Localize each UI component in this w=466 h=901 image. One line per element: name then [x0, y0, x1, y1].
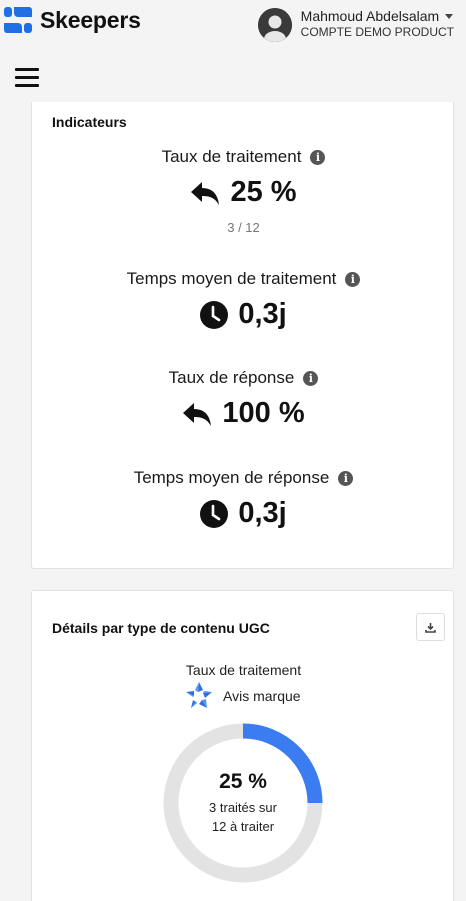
- donut-center: 25 % 3 traités sur 12 à traiter: [163, 723, 323, 883]
- avatar: [257, 8, 292, 42]
- info-icon[interactable]: i: [303, 370, 319, 386]
- donut-to-process: 12 à traiter: [211, 819, 275, 834]
- metric-ratio: 3 / 12: [227, 220, 260, 235]
- top-bar: Skeepers Mahmoud Abdelsalam COMPTE DEMO …: [0, 0, 466, 52]
- user-account: COMPTE DEMO PRODUCT: [300, 25, 454, 39]
- metric-response-rate: Taux de réponse i 100 %: [32, 368, 455, 430]
- user-name[interactable]: Mahmoud Abdelsalam: [301, 8, 454, 24]
- metric-value: 100 %: [222, 397, 305, 429]
- ugc-metric-label: Taux de traitement: [185, 662, 302, 678]
- ugc-title: Détails par type de contenu UGC: [52, 620, 270, 636]
- metric-label: Taux de réponse: [168, 368, 295, 387]
- metric-value: 0,3j: [238, 298, 287, 330]
- ugc-type: Avis marque: [184, 681, 301, 711]
- info-icon[interactable]: i: [345, 271, 361, 287]
- metric-avg-processing-time: Temps moyen de traitement i 0,3j: [32, 269, 455, 331]
- donut-percent: 25 %: [219, 770, 267, 793]
- menu-icon: [15, 68, 39, 71]
- chevron-down-icon: [445, 14, 454, 19]
- download-icon: [425, 622, 436, 633]
- skeepers-logo-icon: [4, 7, 32, 33]
- clock-icon: [200, 300, 229, 329]
- download-button[interactable]: [416, 613, 445, 641]
- metric-value: 25 %: [230, 176, 297, 208]
- metric-value: 0,3j: [238, 497, 287, 529]
- brand-review-icon: [186, 682, 212, 708]
- user-name-text: Mahmoud Abdelsalam: [300, 8, 440, 24]
- metric-processing-rate: Taux de traitement i 25 % 3 / 12: [32, 147, 455, 235]
- main-content[interactable]: Indicateurs Taux de traitement i 25 % 3 …: [13, 102, 457, 901]
- reply-icon: [183, 402, 212, 426]
- indicators-card: Indicateurs Taux de traitement i 25 % 3 …: [31, 102, 454, 569]
- info-icon[interactable]: i: [338, 470, 354, 486]
- metric-label: Temps moyen de réponse: [133, 468, 330, 487]
- ugc-details-card: Détails par type de contenu UGC Taux de …: [31, 590, 454, 901]
- donut-processed: 3 traités sur: [209, 800, 277, 815]
- metric-avg-response-time: Temps moyen de réponse i 0,3j: [32, 468, 455, 530]
- ugc-type-label: Avis marque: [223, 688, 301, 704]
- brand-name: Skeepers: [40, 6, 141, 33]
- indicators-title: Indicateurs: [52, 114, 127, 130]
- info-icon[interactable]: i: [310, 149, 326, 165]
- metric-label: Taux de traitement: [161, 147, 302, 166]
- clock-icon: [200, 499, 229, 528]
- hamburger-menu-button[interactable]: [15, 68, 39, 88]
- user-menu[interactable]: Mahmoud Abdelsalam COMPTE DEMO PRODUCT: [257, 8, 454, 42]
- brand-logo[interactable]: Skeepers: [3, 5, 141, 35]
- reply-icon: [191, 181, 220, 205]
- metric-label: Temps moyen de traitement: [126, 269, 337, 288]
